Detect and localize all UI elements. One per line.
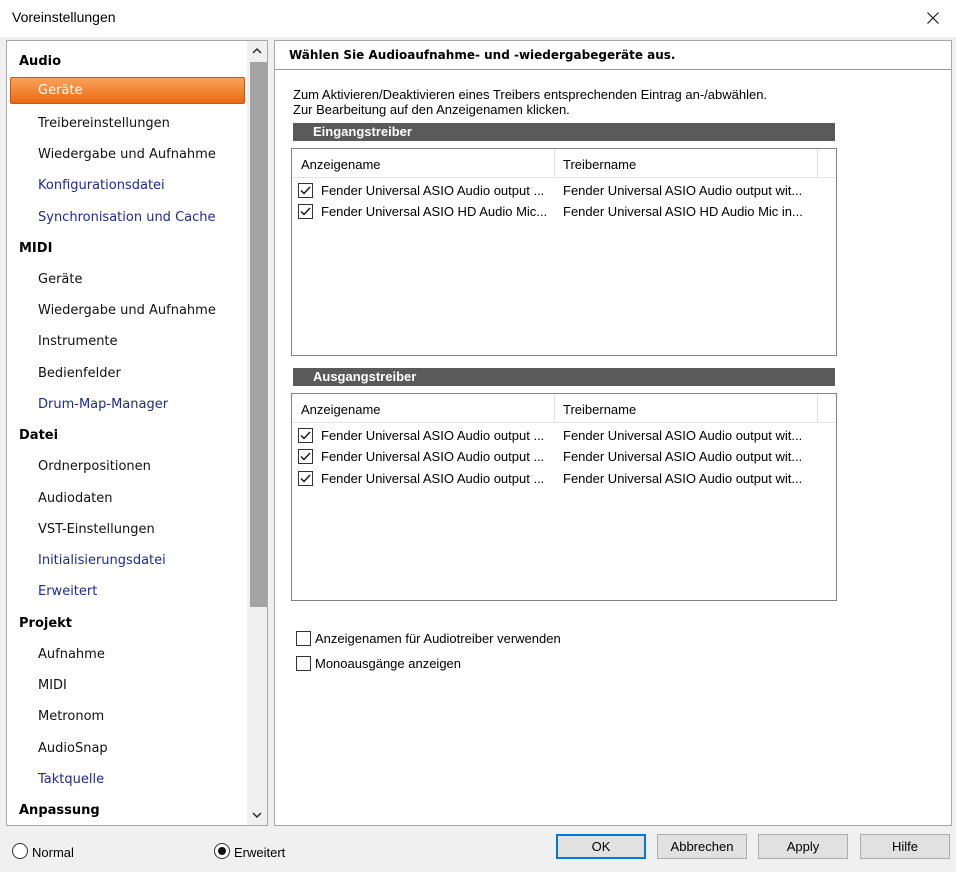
driver-checkbox[interactable] [298,204,313,219]
tree-item-konfigurationsdatei[interactable]: Konfigurationsdatei [38,178,165,193]
driver-name: Fender Universal ASIO Audio output wit..… [563,471,803,486]
tree-item-instrumente[interactable]: Instrumente [38,334,118,349]
tree-item-aufnahme[interactable]: Aufnahme [38,647,105,662]
column-header-display-name[interactable]: Anzeigename [301,402,381,417]
output-list-header: Anzeigename Treibername [292,394,836,423]
tree-item-taktquelle[interactable]: Taktquelle [38,772,104,787]
tree-group-midi[interactable]: MIDI [19,241,52,256]
tree-group-datei[interactable]: Datei [19,428,58,443]
apply-button[interactable]: Apply [758,834,848,859]
tree-group-projekt[interactable]: Projekt [19,616,72,631]
tree-item-midi-wiedergabe[interactable]: Wiedergabe und Aufnahme [38,303,216,318]
tree-item-audiodaten[interactable]: Audiodaten [38,491,113,506]
driver-display-name[interactable]: Fender Universal ASIO Audio output ... [321,428,544,443]
driver-checkbox[interactable] [298,449,313,464]
tree-item-drum-map-manager[interactable]: Drum-Map-Manager [38,397,168,412]
instruction-text: Zum Aktivieren/Deaktivieren eines Treibe… [293,87,767,117]
settings-panel: Wählen Sie Audioaufnahme- und -wiedergab… [274,40,952,826]
column-header-driver-name[interactable]: Treibername [563,402,636,417]
driver-display-name[interactable]: Fender Universal ASIO Audio output ... [321,449,544,464]
display-names-label[interactable]: Anzeigenamen für Audiotreiber verwenden [315,631,561,646]
cancel-button[interactable]: Abbrechen [657,834,747,859]
chevron-up-icon[interactable] [247,41,267,61]
input-drivers-section-title: Eingangstreiber [293,123,835,141]
driver-display-name[interactable]: Fender Universal ASIO HD Audio Mic... [321,204,547,219]
driver-display-name[interactable]: Fender Universal ASIO Audio output ... [321,471,544,486]
mono-outputs-checkbox[interactable] [296,656,311,671]
driver-checkbox[interactable] [298,183,313,198]
ok-button[interactable]: OK [556,834,646,859]
tree-group-audio[interactable]: Audio [19,54,61,69]
sidebar-scrollbar[interactable] [247,41,267,825]
tree-item-projekt-midi[interactable]: MIDI [38,678,67,693]
tree-item-midi-geraete[interactable]: Geräte [38,272,82,287]
close-icon[interactable] [910,0,956,36]
title-bar: Voreinstellungen [0,0,956,37]
checkmark-icon [300,474,311,483]
checkmark-icon [300,452,311,461]
help-button[interactable]: Hilfe [860,834,950,859]
display-names-checkbox[interactable] [296,631,311,646]
output-drivers-section-title: Ausgangstreiber [293,368,835,386]
checkmark-icon [300,431,311,440]
mono-outputs-label[interactable]: Monoausgänge anzeigen [315,656,461,671]
panel-header: Wählen Sie Audioaufnahme- und -wiedergab… [275,41,951,70]
output-drivers-list[interactable]: Anzeigename Treibername Fender Universal… [291,393,837,601]
tree-group-anpassung[interactable]: Anpassung [19,803,100,818]
tree-item-erweitert[interactable]: Erweitert [38,584,97,599]
radio-indicator[interactable] [12,843,28,859]
scrollbar-thumb[interactable] [250,62,267,607]
checkmark-icon [300,207,311,216]
driver-display-name[interactable]: Fender Universal ASIO Audio output ... [321,183,544,198]
tree-item-treibereinstellungen[interactable]: Treibereinstellungen [38,116,170,131]
window-body: Audio Geräte Treibereinstellungen Wieder… [0,37,956,872]
driver-name: Fender Universal ASIO Audio output wit..… [563,428,803,443]
driver-checkbox[interactable] [298,428,313,443]
driver-checkbox[interactable] [298,471,313,486]
input-drivers-list[interactable]: Anzeigename Treibername Fender Universal… [291,148,837,356]
tree-item-bedienfelder[interactable]: Bedienfelder [38,366,121,381]
chevron-down-icon[interactable] [247,805,267,825]
category-tree: Audio Geräte Treibereinstellungen Wieder… [6,40,268,826]
instruction-line-1: Zum Aktivieren/Deaktivieren eines Treibe… [293,87,768,102]
tree-item-ordnerpositionen[interactable]: Ordnerpositionen [38,459,151,474]
instruction-line-2: Zur Bearbeitung auf den Anzeigenamen kli… [293,102,570,117]
checkmark-icon [300,186,311,195]
tree-item-vst-einstellungen[interactable]: VST-Einstellungen [38,522,155,537]
tree-item-audio-wiedergabe[interactable]: Wiedergabe und Aufnahme [38,147,216,162]
window-title: Voreinstellungen [12,9,116,25]
mode-advanced-label[interactable]: Erweitert [234,845,285,860]
tree-item-metronom[interactable]: Metronom [38,709,104,724]
driver-name: Fender Universal ASIO Audio output wit..… [563,449,803,464]
tree-item-audiosnap[interactable]: AudioSnap [38,741,108,756]
column-header-driver-name[interactable]: Treibername [563,157,636,172]
mode-normal-label[interactable]: Normal [32,845,74,860]
column-header-display-name[interactable]: Anzeigename [301,157,381,172]
tree-item-audio-geraete[interactable]: Geräte [10,77,245,104]
driver-name: Fender Universal ASIO HD Audio Mic in... [563,204,803,219]
driver-name: Fender Universal ASIO Audio output wit..… [563,183,803,198]
radio-indicator[interactable] [214,843,230,859]
input-list-header: Anzeigename Treibername [292,149,836,178]
tree-item-synchronisation[interactable]: Synchronisation und Cache [38,210,216,225]
tree-item-initialisierungsdatei[interactable]: Initialisierungsdatei [38,553,166,568]
